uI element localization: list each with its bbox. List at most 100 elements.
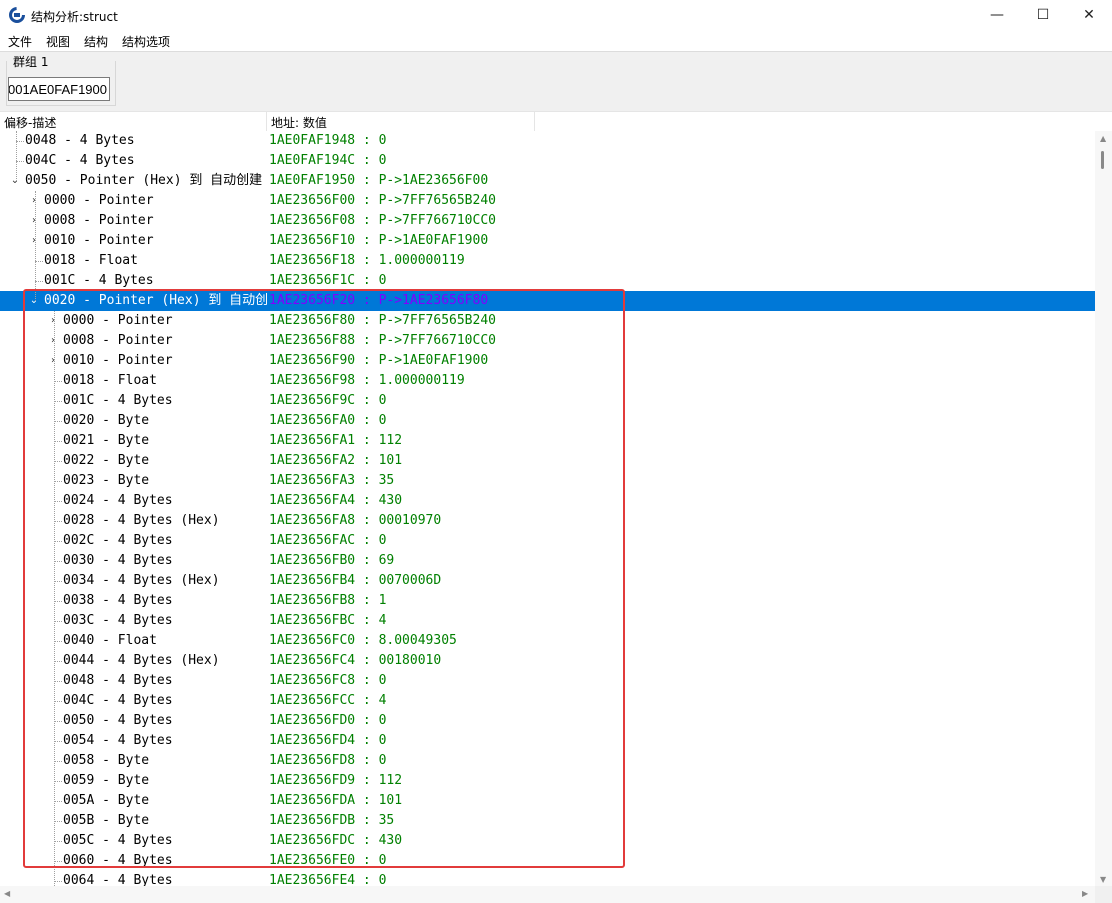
vertical-scroll-thumb[interactable] [1101, 151, 1104, 169]
row-value: P->1AE23656F00 [378, 173, 489, 188]
tree-row[interactable]: 0018 - Float 1AE23656F18 : 1.000000119 [0, 251, 1095, 271]
row-separator: : [355, 613, 379, 628]
tree-row[interactable]: 0018 - Float 1AE23656F98 : 1.000000119 [0, 371, 1095, 391]
tree-row[interactable]: 0048 - 4 Bytes 1AE23656FC8 : 0 [0, 671, 1095, 691]
tree-row[interactable]: 0048 - 4 Bytes 1AE0FAF1948 : 0 [0, 131, 1095, 151]
row-address-value: 1AE0FAF1950 : P->1AE23656F00 [269, 171, 488, 191]
tree-row[interactable]: 0030 - 4 Bytes 1AE23656FB0 : 69 [0, 551, 1095, 571]
chevron-right-icon[interactable]: › [48, 311, 58, 331]
tree-row[interactable]: 0021 - Byte 1AE23656FA1 : 112 [0, 431, 1095, 451]
tree-row[interactable]: 0028 - 4 Bytes (Hex) 1AE23656FA8 : 000109… [0, 511, 1095, 531]
scroll-right-arrow-icon[interactable]: ▶ [1082, 889, 1088, 898]
tree-row[interactable]: 005C - 4 Bytes 1AE23656FDC : 430 [0, 831, 1095, 851]
tree-row[interactable]: 0020 - Byte 1AE23656FA0 : 0 [0, 411, 1095, 431]
group-address-field[interactable]: 0001AE0FAF1900 [8, 77, 110, 101]
row-address: 1AE23656F90 [269, 353, 356, 368]
close-button[interactable]: ✕ [1066, 0, 1112, 31]
tree-row[interactable]: › 0008 - Pointer 1AE23656F08 : P->7FF76671… [0, 211, 1095, 231]
row-address-value: 1AE23656FD9 : 112 [269, 771, 402, 791]
tree-row[interactable]: 003C - 4 Bytes 1AE23656FBC : 4 [0, 611, 1095, 631]
tree-connector [54, 421, 62, 422]
tree-connector [54, 661, 62, 662]
chevron-right-icon[interactable]: › [48, 351, 58, 371]
chevron-down-icon[interactable]: ⌄ [10, 171, 20, 191]
tree-row[interactable]: 0054 - 4 Bytes 1AE23656FD4 : 0 [0, 731, 1095, 751]
tree-connector [54, 521, 62, 522]
row-address-value: 1AE23656FE0 : 0 [269, 851, 386, 871]
row-description: 0060 - 4 Bytes [63, 853, 173, 868]
tree-row[interactable]: › 0010 - Pointer 1AE23656F10 : P->1AE0FAF1… [0, 231, 1095, 251]
row-separator: : [355, 293, 379, 308]
tree-row[interactable]: 001C - 4 Bytes 1AE23656F1C : 0 [0, 271, 1095, 291]
row-description: 001C - 4 Bytes [63, 393, 173, 408]
tree-row[interactable]: 005B - Byte 1AE23656FDB : 35 [0, 811, 1095, 831]
tree-row[interactable]: 0024 - 4 Bytes 1AE23656FA4 : 430 [0, 491, 1095, 511]
tree-row[interactable]: 0064 - 4 Bytes 1AE23656FE4 : 0 [0, 871, 1095, 886]
chevron-down-icon[interactable]: ⌄ [29, 291, 39, 311]
tree-row[interactable]: 0050 - 4 Bytes 1AE23656FD0 : 0 [0, 711, 1095, 731]
tree-row[interactable]: › 0000 - Pointer 1AE23656F80 : P->7FF76565… [0, 311, 1095, 331]
row-description: 0044 - 4 Bytes (Hex) [63, 653, 220, 668]
row-address-value: 1AE23656FB0 : 69 [269, 551, 394, 571]
chevron-right-icon[interactable]: › [48, 331, 58, 351]
tree-connector [54, 741, 62, 742]
tree-row[interactable]: 0023 - Byte 1AE23656FA3 : 35 [0, 471, 1095, 491]
column-separator[interactable] [266, 112, 267, 132]
structure-tree[interactable]: 0048 - 4 Bytes 1AE0FAF1948 : 0 004C - 4 By… [0, 131, 1095, 886]
row-value: 0 [378, 713, 387, 728]
scroll-up-arrow-icon[interactable]: ▲ [1100, 134, 1106, 143]
tree-row[interactable]: › 0008 - Pointer 1AE23656F88 : P->7FF76671… [0, 331, 1095, 351]
scroll-down-arrow-icon[interactable]: ▼ [1100, 875, 1106, 884]
row-description: 0038 - 4 Bytes [63, 593, 173, 608]
tree-row[interactable]: 0022 - Byte 1AE23656FA2 : 101 [0, 451, 1095, 471]
tree-row[interactable]: 0059 - Byte 1AE23656FD9 : 112 [0, 771, 1095, 791]
menu-structure-options[interactable]: 结构选项 [122, 33, 170, 50]
row-address: 1AE23656FDA [269, 793, 356, 808]
tree-row[interactable]: 004C - 4 Bytes 1AE23656FCC : 4 [0, 691, 1095, 711]
tree-row[interactable]: 004C - 4 Bytes 1AE0FAF194C : 0 [0, 151, 1095, 171]
tree-connector [54, 501, 62, 502]
row-address: 1AE23656FD9 [269, 773, 356, 788]
tree-row[interactable]: 005A - Byte 1AE23656FDA : 101 [0, 791, 1095, 811]
tree-row[interactable]: › 0010 - Pointer 1AE23656F90 : P->1AE0FAF1… [0, 351, 1095, 371]
chevron-right-icon[interactable]: › [29, 191, 39, 211]
row-value: 4 [378, 613, 387, 628]
menu-view[interactable]: 视图 [46, 33, 70, 50]
tree-connector [54, 681, 62, 682]
menu-file[interactable]: 文件 [8, 33, 32, 50]
row-address: 1AE23656F80 [269, 313, 356, 328]
row-address-value: 1AE23656F9C : 0 [269, 391, 386, 411]
tree-row[interactable]: 0060 - 4 Bytes 1AE23656FE0 : 0 [0, 851, 1095, 871]
tree-row[interactable]: 0034 - 4 Bytes (Hex) 1AE23656FB4 : 007000… [0, 571, 1095, 591]
tree-row[interactable]: 0044 - 4 Bytes (Hex) 1AE23656FC4 : 001800… [0, 651, 1095, 671]
tree-row[interactable]: 001C - 4 Bytes 1AE23656F9C : 0 [0, 391, 1095, 411]
tree-row[interactable]: ⌄ 0020 - Pointer (Hex) 到 自动创建 1AE23656F20 … [0, 291, 1095, 311]
tree-connector [54, 601, 62, 602]
scroll-left-arrow-icon[interactable]: ◀ [4, 889, 10, 898]
vertical-scrollbar[interactable]: ▲ ▼ [1095, 131, 1112, 886]
row-description: 0050 - 4 Bytes [63, 713, 173, 728]
column-separator[interactable] [534, 112, 535, 132]
menu-structure[interactable]: 结构 [84, 33, 108, 50]
row-description: 005B - Byte [63, 813, 150, 828]
group-label: 群组 1 [12, 53, 50, 70]
row-value: 0 [378, 133, 387, 148]
row-address-value: 1AE23656FA1 : 112 [269, 431, 402, 451]
row-separator: : [355, 493, 379, 508]
maximize-button[interactable]: ☐ [1020, 0, 1066, 31]
tree-connector [54, 821, 62, 822]
chevron-right-icon[interactable]: › [29, 231, 39, 251]
tree-row[interactable]: 002C - 4 Bytes 1AE23656FAC : 0 [0, 531, 1095, 551]
chevron-right-icon[interactable]: › [29, 211, 39, 231]
tree-row[interactable]: ⌄ 0050 - Pointer (Hex) 到 自动创建 1AE0FAF1950 … [0, 171, 1095, 191]
tree-row[interactable]: 0038 - 4 Bytes 1AE23656FB8 : 1 [0, 591, 1095, 611]
row-value: 0070006D [378, 573, 442, 588]
column-address-value[interactable]: 地址: 数值 [271, 114, 327, 131]
tree-row[interactable]: › 0000 - Pointer 1AE23656F00 : P->7FF76565… [0, 191, 1095, 211]
column-offset-desc[interactable]: 偏移-描述 [4, 114, 56, 131]
horizontal-scrollbar[interactable]: ◀ ▶ [0, 886, 1095, 903]
tree-row[interactable]: 0058 - Byte 1AE23656FD8 : 0 [0, 751, 1095, 771]
tree-row[interactable]: 0040 - Float 1AE23656FC0 : 8.00049305 [0, 631, 1095, 651]
minimize-button[interactable]: — [974, 0, 1020, 31]
row-value: 8.00049305 [378, 633, 457, 648]
